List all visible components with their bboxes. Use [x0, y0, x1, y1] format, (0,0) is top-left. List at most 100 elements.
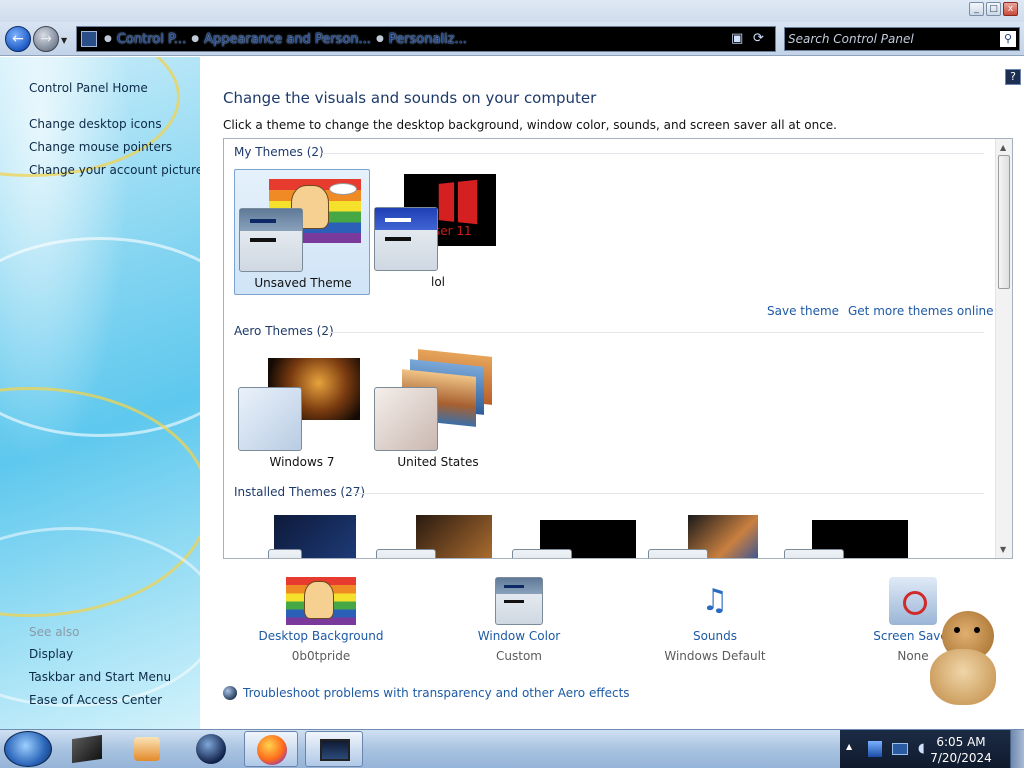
desktop-background-icon: [286, 577, 356, 625]
search-input[interactable]: [788, 30, 994, 48]
sounds-value: Windows Default: [664, 649, 766, 663]
clock-date[interactable]: 7/20/2024: [926, 751, 996, 765]
installed-theme[interactable]: [642, 511, 778, 558]
main-content: ? Change the visuals and sounds on your …: [200, 57, 1024, 729]
start-button[interactable]: [4, 731, 52, 767]
window-color-swatch-icon: [648, 549, 708, 558]
clock-time[interactable]: 6:05 AM: [926, 735, 996, 749]
breadcrumb-arrow-icon[interactable]: ●: [104, 34, 112, 44]
window-color-link[interactable]: Window Color: [434, 629, 604, 643]
breadcrumb-appearance[interactable]: Appearance and Person...: [204, 32, 371, 47]
close-button[interactable]: x: [1003, 2, 1018, 16]
help-icon[interactable]: ?: [1005, 69, 1021, 85]
installed-theme[interactable]: [370, 511, 506, 558]
window-color-setting[interactable]: Window Color Custom: [434, 577, 604, 663]
show-hidden-icons-arrow-icon[interactable]: ▲: [846, 742, 852, 751]
group-divider: [348, 493, 984, 494]
desktop-background-setting[interactable]: Desktop Background 0b0tpride: [236, 577, 406, 663]
navigation-bar: ← → ▼ ● Control P... ● Appearance and Pe…: [0, 22, 1024, 56]
window-controls: _ □ x: [969, 2, 1018, 16]
taskbar-globe-icon[interactable]: [184, 731, 238, 767]
page-title: Change the visuals and sounds on your co…: [223, 89, 597, 107]
change-desktop-icons-link[interactable]: Change desktop icons: [29, 117, 162, 131]
installed-theme[interactable]: [234, 511, 370, 558]
taskbar-firefox-icon[interactable]: [244, 731, 298, 767]
back-button[interactable]: ←: [5, 26, 31, 52]
search-icon[interactable]: ⚲: [1000, 31, 1016, 47]
wallpaper-text: ser 11: [434, 224, 472, 238]
desktop-background-link[interactable]: Desktop Background: [236, 629, 406, 643]
troubleshoot-icon: [223, 686, 237, 700]
theme-windows-7[interactable]: Windows 7: [234, 349, 370, 475]
breadcrumb-control-panel[interactable]: Control P...: [117, 32, 186, 47]
scroll-thumb[interactable]: [998, 155, 1010, 289]
window-color-swatch-icon: [268, 549, 302, 558]
refresh-icon[interactable]: ⟳: [753, 31, 769, 47]
group-installed-themes-heading: Installed Themes (27): [234, 485, 366, 499]
theme-label: United States: [397, 455, 479, 469]
theme-list-scrollbar[interactable]: ▲ ▼: [995, 139, 1012, 558]
sounds-setting[interactable]: ♫ Sounds Windows Default: [630, 577, 800, 663]
window-color-icon: [495, 577, 543, 625]
group-divider: [328, 332, 984, 333]
desktop-background-value: 0b0tpride: [291, 649, 351, 663]
speech-bubble-icon: [329, 183, 357, 195]
taskbar-control-panel-icon[interactable]: [305, 731, 363, 767]
window-color-swatch-icon: [239, 208, 303, 272]
installed-theme[interactable]: [778, 511, 914, 558]
tray-action-center-icon[interactable]: [868, 741, 882, 757]
troubleshoot-link[interactable]: Troubleshoot problems with transparency …: [243, 686, 630, 700]
theme-united-states[interactable]: United States: [370, 349, 506, 475]
minimize-button[interactable]: _: [969, 2, 984, 16]
windows-logo-icon: [438, 179, 478, 225]
theme-unsaved[interactable]: Unsaved Theme: [234, 169, 370, 295]
theme-lol[interactable]: ser 11 lol: [370, 169, 506, 295]
page-subtitle: Click a theme to change the desktop back…: [223, 118, 837, 132]
control-panel-home-link[interactable]: Control Panel Home: [29, 81, 148, 95]
tray-network-icon[interactable]: [892, 743, 908, 755]
breadcrumb-arrow-icon[interactable]: ●: [376, 34, 384, 44]
address-bar[interactable]: ● Control P... ● Appearance and Person..…: [76, 26, 776, 52]
address-monitor-icon[interactable]: ▣: [731, 31, 747, 47]
sidebar: Control Panel Home Change desktop icons …: [0, 57, 200, 729]
breadcrumb-arrow-icon[interactable]: ●: [191, 34, 199, 44]
taskbar-media-player-icon[interactable]: [120, 731, 174, 767]
scroll-up-icon[interactable]: ▲: [1000, 143, 1006, 152]
get-more-themes-link[interactable]: Get more themes online: [848, 304, 994, 318]
sounds-link[interactable]: Sounds: [630, 629, 800, 643]
theme-list: My Themes (2) Unsaved Theme ser 11 lol S…: [223, 138, 1013, 559]
breadcrumb: ● Control P... ● Appearance and Person..…: [99, 27, 467, 51]
control-panel-icon: [81, 31, 97, 47]
forward-button[interactable]: →: [33, 26, 59, 52]
hamster-gadget[interactable]: [924, 605, 1004, 709]
theme-label: Unsaved Theme: [254, 276, 352, 290]
search-box[interactable]: ⚲: [784, 27, 1020, 51]
theme-label: lol: [430, 275, 445, 289]
window-color-swatch-icon: [784, 549, 844, 558]
breadcrumb-personalization[interactable]: Personaliz...: [389, 32, 467, 47]
taskbar-start-menu-link[interactable]: Taskbar and Start Menu: [29, 670, 171, 684]
taskbar: ▲ ◖ 6:05 AM 7/20/2024: [0, 729, 1024, 768]
maximize-button[interactable]: □: [986, 2, 1001, 16]
notification-area: ▲ ◖ 6:05 AM 7/20/2024: [840, 730, 1024, 768]
show-desktop-button[interactable]: [1010, 730, 1024, 768]
troubleshoot-row[interactable]: Troubleshoot problems with transparency …: [223, 686, 630, 700]
window-color-swatch-icon: [374, 207, 438, 271]
window-color-swatch-icon: [238, 387, 302, 451]
change-mouse-pointers-link[interactable]: Change mouse pointers: [29, 140, 172, 154]
group-aero-themes-heading: Aero Themes (2): [234, 324, 334, 338]
recent-pages-dropdown[interactable]: ▼: [61, 36, 67, 45]
scroll-down-icon[interactable]: ▼: [1000, 545, 1006, 554]
window-color-swatch-icon: [376, 549, 436, 558]
group-my-themes-heading: My Themes (2): [234, 145, 324, 159]
window-color-value: Custom: [496, 649, 542, 663]
change-account-picture-link[interactable]: Change your account picture: [29, 163, 200, 177]
theme-label: Windows 7: [269, 455, 335, 469]
installed-theme[interactable]: [506, 511, 642, 558]
display-link[interactable]: Display: [29, 647, 73, 661]
window-color-swatch-icon: [374, 387, 438, 451]
save-theme-link[interactable]: Save theme: [767, 304, 839, 318]
taskbar-app-dark-icon[interactable]: [60, 731, 114, 767]
title-bar: _ □ x: [0, 0, 1024, 22]
ease-of-access-link[interactable]: Ease of Access Center: [29, 693, 162, 707]
